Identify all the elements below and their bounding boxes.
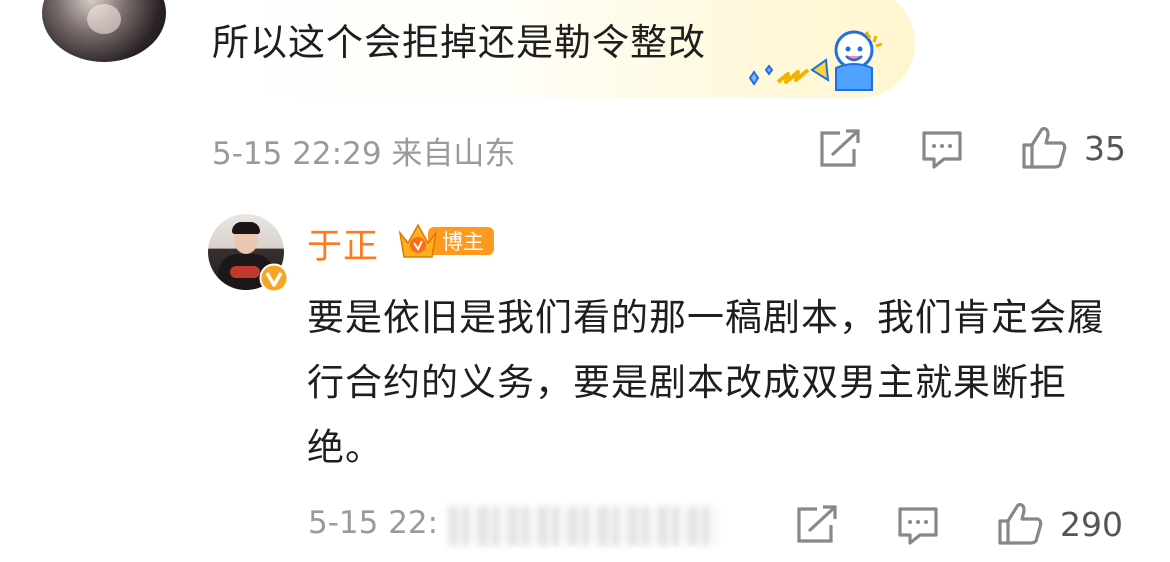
share-icon[interactable]	[818, 129, 862, 169]
comment-icon[interactable]	[920, 129, 964, 169]
comment-icon[interactable]	[896, 505, 940, 545]
blogger-badge-label: 博主	[442, 230, 484, 254]
redacted-blur	[448, 506, 718, 546]
share-icon[interactable]	[795, 505, 839, 545]
megaphone-sticker-icon	[748, 30, 883, 91]
commenter-avatar[interactable]	[42, 0, 166, 62]
reply-text: 要是依旧是我们看的那一稿剧本，我们肯定会履行合约的义务，要是剧本改成双男主就果断…	[307, 296, 1105, 469]
reply-username[interactable]: 于正	[307, 218, 379, 269]
like-count: 35	[1084, 129, 1126, 168]
verified-v-icon	[259, 263, 289, 293]
comment-text: 所以这个会拒掉还是勒令整改	[212, 21, 706, 64]
like-count: 290	[1060, 505, 1123, 544]
weibo-comment-thread: 所以这个会拒掉还是勒令整改 5-15 22:29 来自山东 35 于正 博主 要…	[0, 0, 1170, 562]
thumbs-up-icon[interactable]	[1020, 125, 1068, 171]
thumbs-up-icon[interactable]	[996, 501, 1044, 547]
comment-meta: 5-15 22:29 来自山东	[212, 136, 516, 172]
reply-meta: 5-15 22:	[308, 505, 439, 541]
